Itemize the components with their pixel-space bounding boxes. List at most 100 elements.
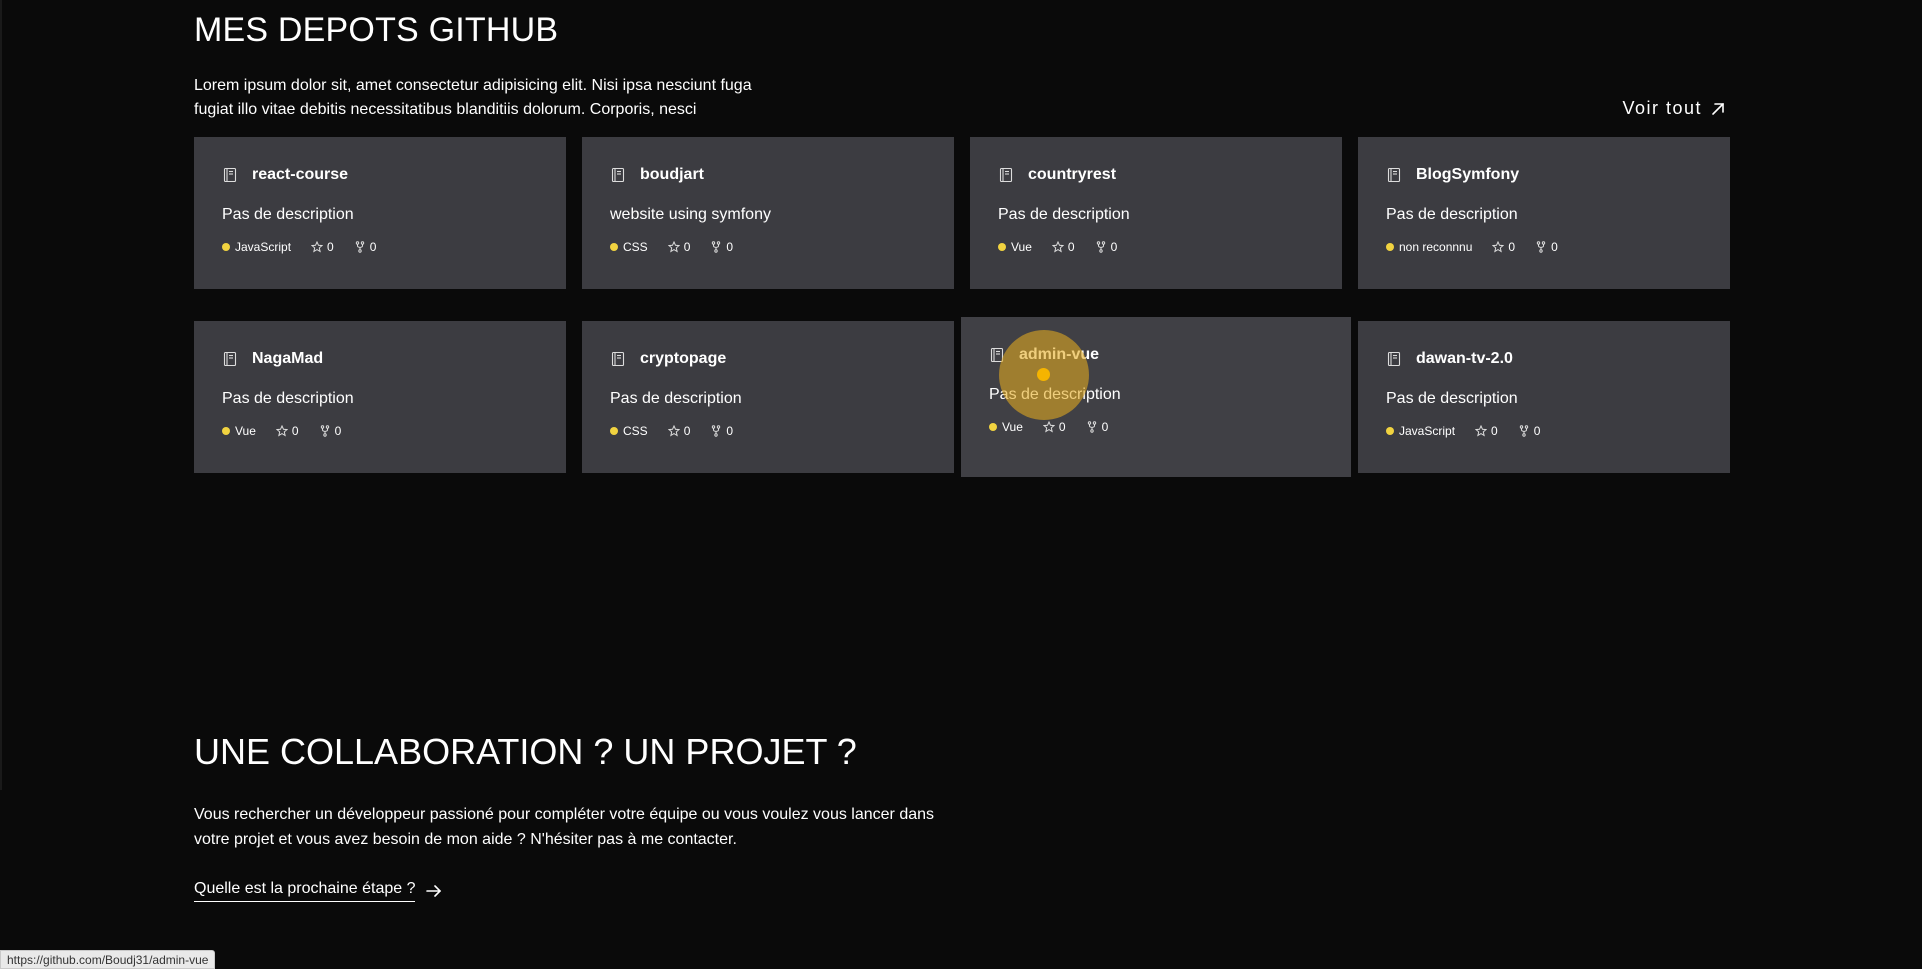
repo-forks-count: 0 — [369, 240, 377, 254]
github-section: MES DEPOTS GITHUB Lorem ipsum dolor sit,… — [194, 10, 1730, 122]
repo-meta: JavaScript 0 0 — [1386, 423, 1702, 439]
repo-language: JavaScript — [222, 240, 291, 254]
repo-card[interactable]: BlogSymfony Pas de description non recon… — [1358, 137, 1730, 289]
repo-card[interactable]: countryrest Pas de description Vue 0 0 — [970, 137, 1342, 289]
language-dot-icon — [1386, 427, 1394, 435]
repo-book-icon — [999, 167, 1013, 183]
repo-description: Pas de description — [1386, 390, 1518, 407]
repo-card[interactable]: react-course Pas de description JavaScri… — [194, 137, 566, 289]
fork-icon — [1536, 241, 1546, 253]
fork-icon — [712, 241, 721, 253]
repo-name: admin-vue — [1019, 346, 1100, 363]
repo-forks-count: 0 — [334, 424, 342, 438]
repo-card[interactable]: dawan-tv-2.0 Pas de description JavaScri… — [1358, 321, 1730, 473]
status-bar-url: https://github.com/Boudj31/admin-vue — [0, 950, 216, 969]
repo-meta: Vue 0 0 — [998, 239, 1314, 255]
repo-stars: 0 — [667, 240, 691, 254]
repo-name: boudjart — [640, 166, 704, 183]
repo-language: CSS — [610, 424, 648, 438]
star-icon — [311, 241, 324, 253]
repo-book-icon — [1387, 351, 1401, 367]
see-all-label: Voir tout — [1622, 98, 1702, 118]
repo-language-label: CSS — [623, 424, 648, 438]
next-step-link[interactable]: Quelle est la prochaine étape ? — [194, 880, 443, 902]
repo-card[interactable]: cryptopage Pas de description CSS 0 0 — [582, 321, 954, 473]
star-icon — [667, 425, 680, 437]
repo-name: dawan-tv-2.0 — [1416, 350, 1513, 367]
repo-language: Vue — [998, 240, 1032, 254]
repo-stars: 0 — [311, 240, 334, 254]
repo-description: Pas de description — [610, 390, 742, 407]
repo-meta: non reconnnu 0 0 — [1386, 239, 1702, 255]
arrow-up-right-icon — [1712, 102, 1724, 115]
repo-description: Pas de description — [1386, 206, 1518, 223]
repo-language: Vue — [222, 424, 256, 438]
repo-forks-count: 0 — [726, 240, 734, 254]
repo-card-header: dawan-tv-2.0 — [1386, 347, 1702, 371]
repo-language-label: JavaScript — [1399, 424, 1456, 438]
repo-language-label: CSS — [623, 240, 648, 254]
repo-stars-count: 0 — [1067, 240, 1075, 254]
repo-card-hovered[interactable]: admin-vue Pas de description Vue 0 0 — [961, 317, 1351, 477]
repo-card-header: boudjart — [610, 163, 926, 187]
repo-name: cryptopage — [640, 350, 727, 367]
repo-forks: 0 — [1518, 424, 1541, 438]
repo-stars: 0 — [667, 424, 691, 438]
repo-card-header: NagaMad — [222, 347, 538, 371]
contact-text: Vous rechercher un développeur passioné … — [194, 806, 935, 848]
language-dot-icon — [222, 427, 230, 435]
repo-forks-count: 0 — [1551, 240, 1558, 254]
repo-book-icon — [223, 167, 237, 183]
repo-description: Pas de description — [222, 206, 354, 223]
repo-stars-count: 0 — [1058, 420, 1066, 434]
language-dot-icon — [1386, 243, 1394, 251]
repo-card[interactable]: NagaMad Pas de description Vue 0 0 — [194, 321, 566, 473]
github-intro-row: Lorem ipsum dolor sit, amet consectetur … — [194, 74, 1730, 122]
see-all-link[interactable]: Voir tout — [1622, 98, 1726, 119]
repo-stars-count: 0 — [683, 424, 691, 438]
repo-forks-count: 0 — [726, 424, 734, 438]
repo-card[interactable]: boudjart website using symfony CSS 0 0 — [582, 137, 954, 289]
repo-description: Pas de description — [989, 386, 1121, 403]
repo-meta: Vue 0 0 — [222, 423, 538, 439]
repo-forks: 0 — [710, 240, 733, 254]
repo-book-icon — [1387, 167, 1401, 183]
fork-icon — [1087, 421, 1096, 433]
repo-forks-count: 0 — [1110, 240, 1118, 254]
repo-card-header: BlogSymfony — [1386, 163, 1702, 187]
repo-meta: JavaScript 0 0 — [222, 239, 538, 255]
fork-icon — [1519, 425, 1528, 437]
repo-language-label: Vue — [235, 424, 256, 438]
language-dot-icon — [222, 243, 230, 251]
repo-language-label: non reconnnu — [1399, 240, 1473, 254]
fork-icon — [712, 425, 721, 437]
repo-card-header: cryptopage — [610, 347, 926, 371]
repo-stars-count: 0 — [327, 240, 334, 254]
language-dot-icon — [989, 423, 997, 431]
repo-description: Pas de description — [998, 206, 1130, 223]
repo-meta: CSS 0 0 — [610, 423, 926, 439]
repo-stars-count: 0 — [291, 424, 299, 438]
repo-name: react-course — [252, 166, 349, 183]
repo-language: Vue — [989, 420, 1023, 434]
repo-card-header: react-course — [222, 163, 538, 187]
repo-stars-count: 0 — [683, 240, 691, 254]
fork-icon — [1096, 241, 1105, 253]
github-intro-text: Lorem ipsum dolor sit, amet consectetur … — [194, 77, 752, 118]
star-icon — [1492, 241, 1505, 253]
star-icon — [1475, 425, 1488, 437]
repo-stars-count: 0 — [1508, 240, 1516, 254]
repo-stars: 0 — [1051, 240, 1075, 254]
repo-name: BlogSymfony — [1416, 166, 1520, 183]
repo-forks-count: 0 — [1533, 424, 1541, 438]
repo-stars: 0 — [1042, 420, 1066, 434]
repo-name: NagaMad — [252, 350, 324, 367]
repo-language-label: JavaScript — [235, 240, 292, 254]
repo-language: non reconnnu — [1386, 240, 1472, 254]
contact-section: UNE COLLABORATION ? UN PROJET ? Vous rec… — [194, 730, 1094, 902]
repo-meta: CSS 0 0 — [610, 239, 926, 255]
repo-description: website using symfony — [610, 206, 771, 223]
language-dot-icon — [610, 427, 618, 435]
star-icon — [667, 241, 680, 253]
language-dot-icon — [998, 243, 1006, 251]
